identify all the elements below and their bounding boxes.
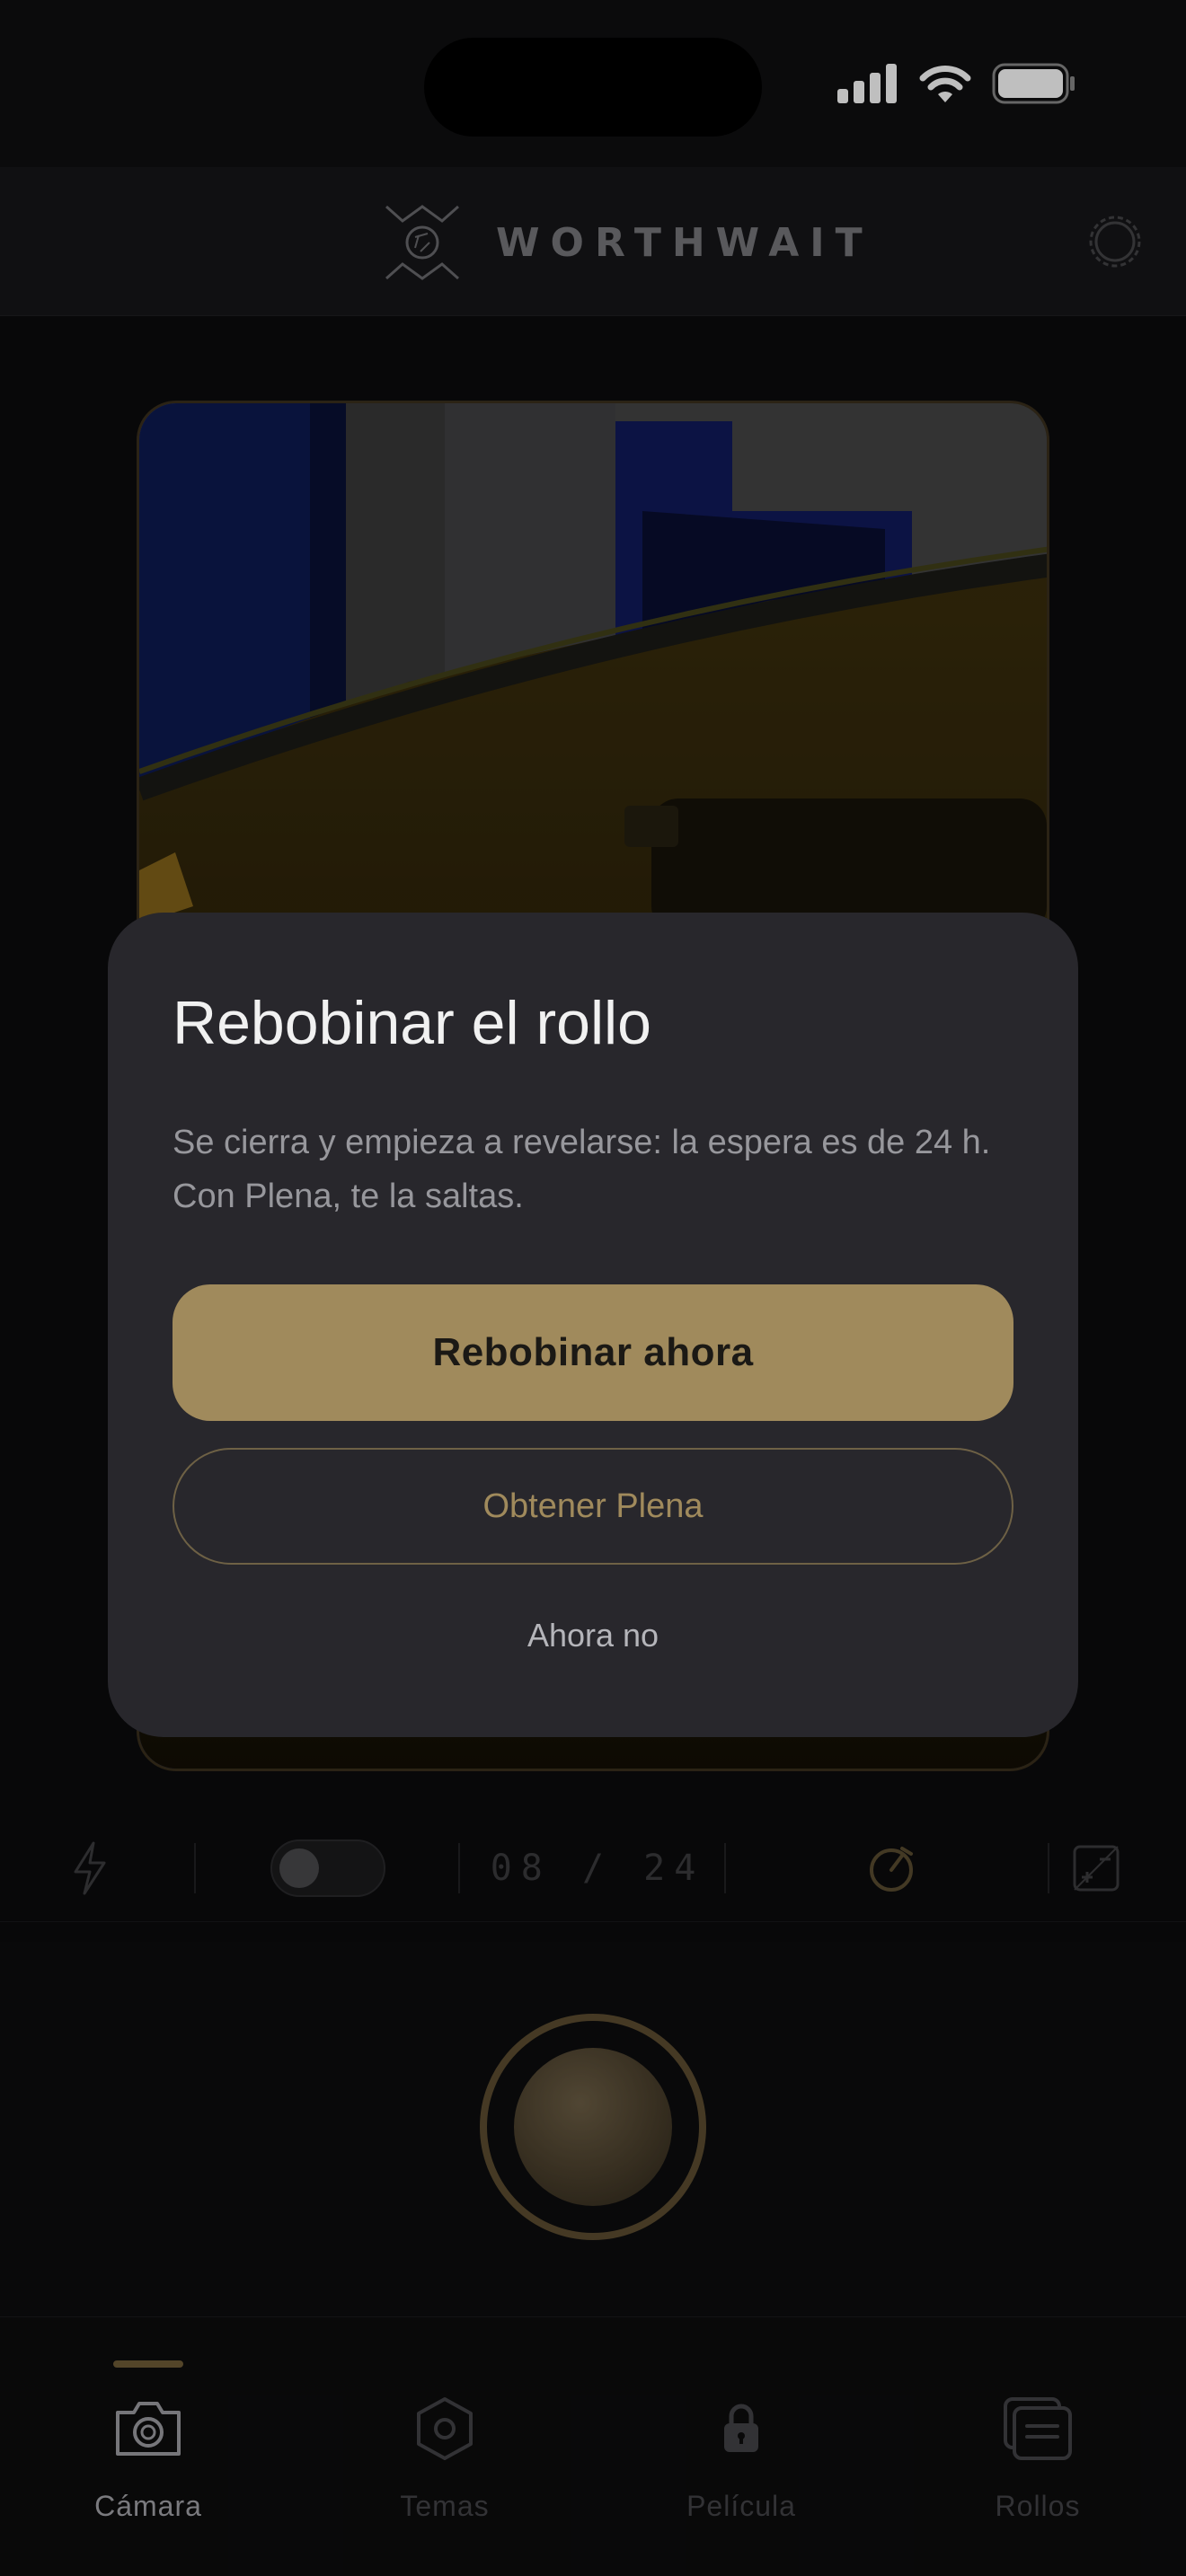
rewind-now-button[interactable]: Rebobinar ahora: [173, 1284, 1013, 1421]
dialog-title: Rebobinar el rollo: [173, 989, 651, 1057]
get-plena-button[interactable]: Obtener Plena: [173, 1448, 1013, 1565]
not-now-button[interactable]: Ahora no: [173, 1604, 1013, 1667]
dialog-body: Se cierra y empieza a revelarse: la espe…: [173, 1124, 991, 1215]
rewind-dialog: Rebobinar el rollo Se cierra y empieza a…: [108, 913, 1078, 1737]
